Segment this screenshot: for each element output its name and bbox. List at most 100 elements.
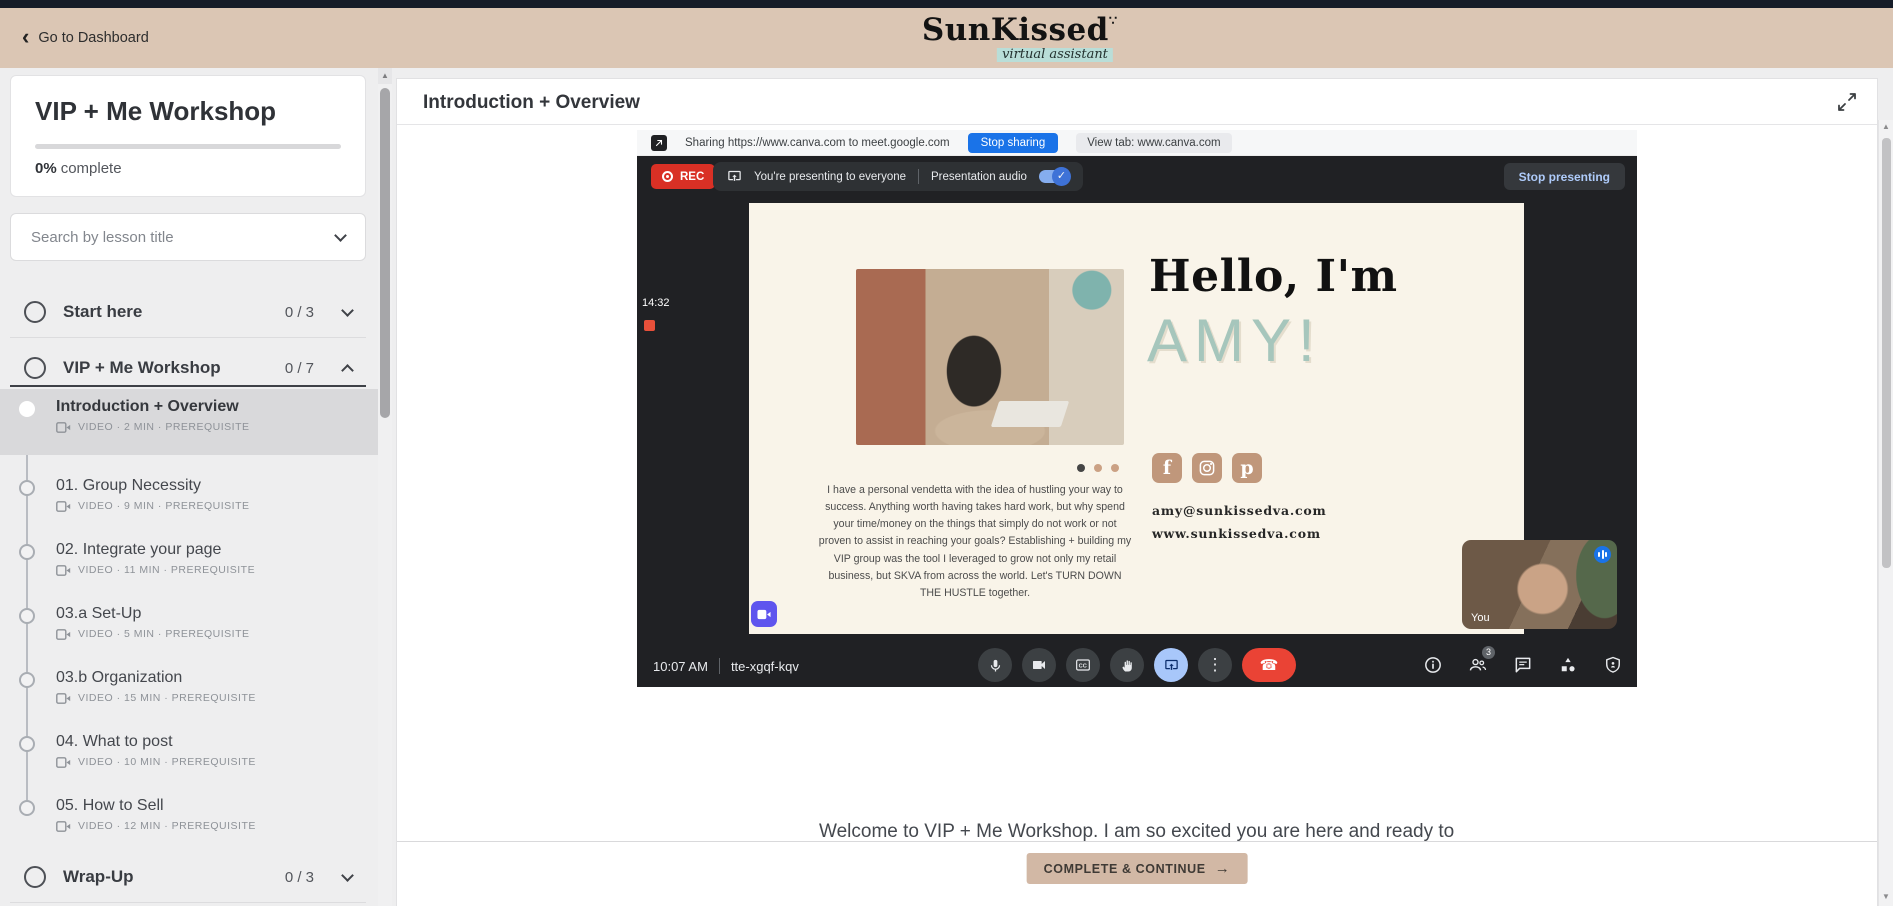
search-dropdown-chevron-icon[interactable] <box>334 229 347 242</box>
stop-presenting-button[interactable]: Stop presenting <box>1504 163 1625 190</box>
meet-call-controls: CC ⋮ ☎ <box>978 648 1296 682</box>
presenter-photo <box>856 269 1124 445</box>
self-view-thumbnail[interactable]: You <box>1462 540 1617 629</box>
back-chevron-icon: ‹ <box>22 26 29 48</box>
chat-button[interactable] <box>1513 655 1533 675</box>
microphone-button[interactable] <box>978 648 1012 682</box>
presentation-audio-toggle[interactable]: ✓ <box>1039 170 1069 183</box>
stop-sharing-button[interactable]: Stop sharing <box>968 133 1059 153</box>
app-header: ‹ Go to Dashboard SunKissed∵ virtual ass… <box>0 8 1893 68</box>
lesson-meta: VIDEO · 12 MIN · PREREQUISITE <box>78 820 256 832</box>
lesson-status-circle <box>19 608 35 624</box>
chevron-down-icon[interactable] <box>341 304 354 317</box>
pill-separator <box>918 169 919 184</box>
expand-arrows-icon <box>1835 90 1859 114</box>
carousel-dots <box>1077 464 1119 472</box>
browser-edge-strip <box>0 0 1893 8</box>
pinterest-icon: p <box>1232 453 1262 483</box>
video-camera-icon <box>56 757 71 768</box>
app-screen: ‹ Go to Dashboard SunKissed∵ virtual ass… <box>0 0 1893 906</box>
host-controls-button[interactable] <box>1603 655 1623 675</box>
section-count: 0 / 3 <box>285 304 314 321</box>
lesson-status-circle <box>19 480 35 496</box>
sidebar-divider <box>10 902 366 903</box>
sidebar-section-wrap-up[interactable]: Wrap-Up 0 / 3 <box>10 852 366 902</box>
recording-badge: REC <box>651 164 715 189</box>
lesson-meta: VIDEO · 15 MIN · PREREQUISITE <box>78 692 256 704</box>
lesson-title: 05. How to Sell <box>56 797 368 815</box>
lesson-item-how-to-sell[interactable]: 05. How to Sell VIDEO · 12 MIN · PREREQU… <box>0 788 378 852</box>
video-camera-icon <box>56 501 71 512</box>
recording-stop-square[interactable] <box>644 320 655 331</box>
svg-text:CC: CC <box>1079 663 1087 669</box>
presenting-status-pill: You're presenting to everyone Presentati… <box>713 162 1083 191</box>
info-icon <box>1423 655 1443 675</box>
present-now-button[interactable] <box>1154 648 1188 682</box>
lesson-search-input[interactable]: Search by lesson title <box>10 213 366 261</box>
meeting-time: 10:07 AM <box>653 659 708 674</box>
page-scrollbar-thumb[interactable] <box>1882 138 1891 568</box>
lesson-title: 04. What to post <box>56 733 368 751</box>
meet-control-bar: 10:07 AM tte-xgqf-kqv CC <box>637 643 1637 687</box>
activities-button[interactable] <box>1558 655 1578 675</box>
lesson-item-group-necessity[interactable]: 01. Group Necessity VIDEO · 9 MIN · PRER… <box>0 468 378 532</box>
lesson-status-circle <box>19 544 35 560</box>
lesson-title: 02. Integrate your page <box>56 541 368 559</box>
slide-bio-paragraph: I have a personal vendetta with the idea… <box>817 482 1133 602</box>
sidebar-divider <box>10 337 366 338</box>
brand-title: SunKissed <box>922 12 1109 48</box>
captions-button[interactable]: CC <box>1066 648 1100 682</box>
chevron-down-icon[interactable] <box>341 869 354 882</box>
carousel-dot[interactable] <box>1094 464 1102 472</box>
slide-social-icons: f p <box>1152 453 1262 483</box>
canva-camera-button[interactable] <box>751 601 777 627</box>
lesson-footer-bar: COMPLETE & CONTINUE → <box>397 841 1877 906</box>
complete-continue-button[interactable]: COMPLETE & CONTINUE → <box>1027 853 1248 884</box>
carousel-dot-active[interactable] <box>1077 464 1085 472</box>
present-screen-icon <box>727 169 742 184</box>
expand-fullscreen-button[interactable] <box>1835 90 1859 114</box>
lesson-item-organization[interactable]: 03.b Organization VIDEO · 15 MIN · PRERE… <box>0 660 378 724</box>
scroll-up-arrow-icon[interactable]: ▲ <box>1879 120 1893 134</box>
page-scrollbar[interactable]: ▲ ▼ <box>1878 120 1893 906</box>
go-to-dashboard-link[interactable]: ‹ Go to Dashboard <box>22 8 149 68</box>
lesson-title: 03.b Organization <box>56 669 368 687</box>
video-camera-icon <box>56 422 71 433</box>
lesson-status-circle <box>19 736 35 752</box>
present-now-icon <box>1164 658 1179 673</box>
meeting-details-button[interactable] <box>1423 655 1443 675</box>
scroll-down-arrow-icon[interactable]: ▼ <box>1879 890 1893 904</box>
lesson-item-introduction-overview[interactable]: Introduction + Overview VIDEO · 2 MIN · … <box>0 389 378 455</box>
slide-contact-info: amy@sunkissedva.com www.sunkissedva.com <box>1152 499 1327 545</box>
sidebar-scrollbar-thumb[interactable] <box>380 88 390 418</box>
lesson-meta: VIDEO · 2 MIN · PREREQUISITE <box>78 421 250 433</box>
view-tab-button[interactable]: View tab: www.canva.com <box>1076 133 1231 153</box>
carousel-dot[interactable] <box>1111 464 1119 472</box>
lesson-status-circle <box>19 800 35 816</box>
participants-count-badge: 3 <box>1482 646 1495 659</box>
sharing-status-text: Sharing https://www.canva.com to meet.go… <box>685 137 950 149</box>
section-label: Start here <box>63 302 268 322</box>
sidebar-section-start-here[interactable]: Start here 0 / 3 <box>10 287 366 337</box>
lesson-item-integrate-your-page[interactable]: 02. Integrate your page VIDEO · 11 MIN ·… <box>0 532 378 596</box>
sidebar-scrollbar[interactable]: ▲ <box>378 68 392 906</box>
scroll-up-arrow-icon[interactable]: ▲ <box>378 68 392 84</box>
section-count: 0 / 3 <box>285 869 314 886</box>
lesson-video[interactable]: Sharing https://www.canva.com to meet.go… <box>637 130 1637 687</box>
raise-hand-button[interactable] <box>1110 648 1144 682</box>
lesson-item-set-up[interactable]: 03.a Set-Up VIDEO · 5 MIN · PREREQUISITE <box>0 596 378 660</box>
lesson-item-what-to-post[interactable]: 04. What to post VIDEO · 10 MIN · PREREQ… <box>0 724 378 788</box>
toggle-check-icon: ✓ <box>1052 167 1071 186</box>
section-label: VIP + Me Workshop <box>63 358 268 378</box>
more-options-button[interactable]: ⋮ <box>1198 648 1232 682</box>
brand-subtitle: virtual assistant <box>997 48 1113 62</box>
lesson-meta: VIDEO · 10 MIN · PREREQUISITE <box>78 756 256 768</box>
end-call-button[interactable]: ☎ <box>1242 648 1296 682</box>
meet-top-bar: REC You're presenting to everyone Presen… <box>637 162 1637 192</box>
camera-button[interactable] <box>1022 648 1056 682</box>
meeting-code: tte-xgqf-kqv <box>731 659 799 674</box>
participants-button[interactable]: 3 <box>1468 655 1488 675</box>
google-meet-window: REC You're presenting to everyone Presen… <box>637 156 1637 687</box>
slide-email: amy@sunkissedva.com <box>1152 499 1327 522</box>
chevron-up-icon[interactable] <box>341 364 354 377</box>
